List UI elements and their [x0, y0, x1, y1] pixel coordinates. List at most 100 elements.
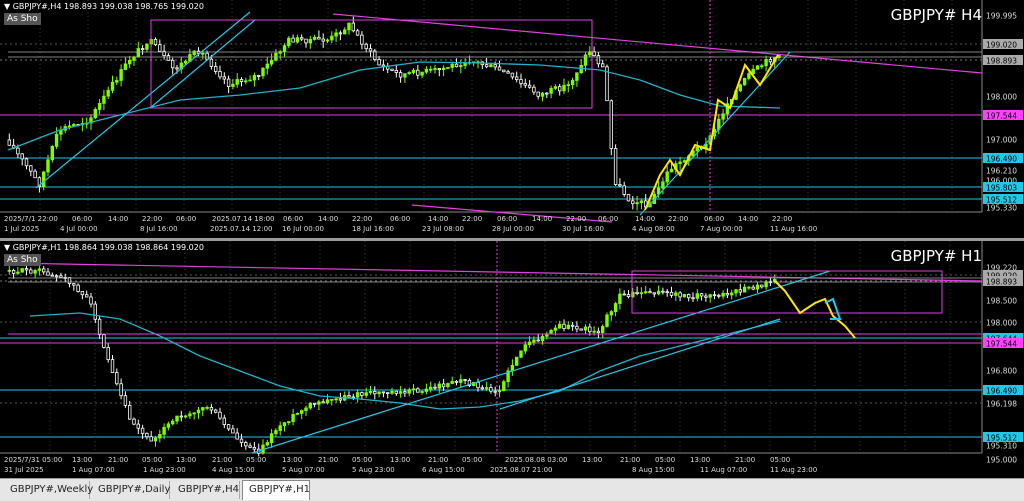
candle-body	[123, 63, 128, 70]
candle-body	[364, 392, 368, 396]
candle-body	[570, 324, 575, 327]
h1-as-show-label[interactable]: As Sho	[4, 254, 41, 266]
date-label: 31 Jul 2025	[4, 466, 44, 474]
candle-body	[338, 398, 343, 401]
time-label: 14:00	[318, 215, 338, 223]
candle-body	[764, 281, 768, 288]
candle-body	[751, 68, 755, 75]
price-label: 198.893	[986, 57, 1017, 66]
candle-body	[515, 76, 519, 80]
chart-pane-h1[interactable]: 199.220199.020198.893198.500198.000197.6…	[0, 241, 1024, 478]
h1-ohlc-readout: ▼ GBPJPY#,H1 198.864 199.038 198.864 199…	[4, 243, 204, 252]
candle-body	[308, 39, 312, 44]
chart-pane-h4[interactable]: 199.995 199.020 198.893 198.000 197.544 197.0…	[0, 0, 1024, 238]
candle-body	[742, 77, 747, 86]
candle-body	[459, 379, 463, 383]
candle-body	[162, 426, 166, 435]
candle-body	[166, 55, 171, 61]
date-label: 5 Aug 07:00	[282, 466, 325, 474]
candle-body	[252, 446, 257, 450]
candle-body	[755, 65, 760, 70]
candle-body	[575, 325, 579, 330]
candle-body	[119, 383, 123, 397]
time-label: 21:00	[318, 456, 338, 464]
candle-body	[747, 286, 751, 289]
candle-body	[613, 148, 618, 185]
candle-body	[515, 356, 519, 366]
candle-body	[192, 412, 196, 415]
candle-body	[575, 72, 579, 81]
candle-body	[454, 63, 459, 68]
candle-body	[674, 292, 678, 296]
time-label: 21:00	[108, 456, 128, 464]
candle-body	[420, 391, 424, 393]
time-label: 22:00	[352, 215, 372, 223]
candle-body	[106, 89, 110, 97]
candle-body	[93, 109, 97, 119]
candle-body	[428, 386, 433, 390]
date-label: 1 Jul 2025	[4, 225, 39, 233]
candle-body	[213, 65, 218, 72]
candle-body	[145, 43, 149, 50]
candle-body	[274, 430, 278, 435]
candle-body	[110, 81, 115, 91]
candle-body	[299, 37, 304, 40]
h4-as-show-label[interactable]: As Sho	[4, 13, 41, 25]
candle-body	[721, 113, 725, 120]
candle-body	[317, 36, 321, 40]
candle-body	[489, 64, 493, 68]
candle-body	[304, 407, 308, 411]
price-label: 198.893	[986, 278, 1017, 287]
tab-h1[interactable]: GBPJPY#,H1	[242, 480, 310, 500]
price-label: 199.995	[986, 12, 1017, 21]
candle-body	[46, 271, 50, 276]
candle-body	[188, 413, 192, 417]
candle-body	[441, 67, 446, 70]
candle-body	[209, 406, 214, 411]
candle-body	[398, 72, 403, 78]
candle-body	[334, 398, 338, 401]
candle-body	[601, 63, 605, 68]
candle-body	[540, 92, 545, 97]
candle-body	[368, 48, 373, 52]
candle-body	[115, 372, 119, 385]
candle-body	[231, 428, 235, 434]
candle-body	[239, 79, 244, 82]
candle-body	[127, 59, 132, 65]
tab-daily[interactable]: GBPJPY#,Daily	[92, 481, 170, 499]
candle-body	[385, 392, 390, 395]
candle-body	[416, 69, 420, 76]
tab-weekly[interactable]: GBPJPY#,Weekly	[4, 481, 93, 499]
time-label: 06:00	[390, 215, 410, 223]
h4-chart-canvas[interactable]: 199.995 199.020 198.893 198.000 197.544 197.0…	[0, 0, 1024, 238]
h1-chart-canvas[interactable]: 199.220199.020198.893198.500198.000197.6…	[0, 241, 1024, 478]
candle-body	[54, 133, 59, 147]
time-label: 2025.08.08 03:00	[505, 456, 567, 464]
candle-body	[287, 421, 291, 424]
candle-body	[566, 324, 570, 329]
candle-body	[7, 269, 11, 272]
candle-body	[450, 380, 454, 384]
candle-body	[59, 129, 63, 135]
date-label: 18 Jul 16:00	[352, 225, 394, 233]
candle-body	[484, 387, 489, 390]
time-label: 05:00	[352, 456, 372, 464]
candle-body	[115, 80, 119, 83]
candle-body	[377, 391, 381, 395]
candle-body	[398, 391, 403, 394]
candle-body	[158, 44, 162, 52]
price-label: 197.544	[986, 112, 1017, 121]
candle-body	[682, 160, 687, 163]
candle-body	[338, 32, 343, 35]
trend-line	[251, 270, 831, 454]
candle-body	[136, 423, 140, 429]
time-label: 06:00	[704, 215, 724, 223]
candle-body	[381, 64, 386, 67]
candle-body	[42, 268, 46, 273]
candle-body	[480, 387, 484, 390]
tab-h4[interactable]: GBPJPY#,H4	[172, 481, 240, 499]
candle-body	[149, 436, 153, 442]
candle-body	[596, 330, 601, 334]
date-label: 4 Jul 00:00	[60, 225, 98, 233]
candle-body	[764, 59, 768, 67]
